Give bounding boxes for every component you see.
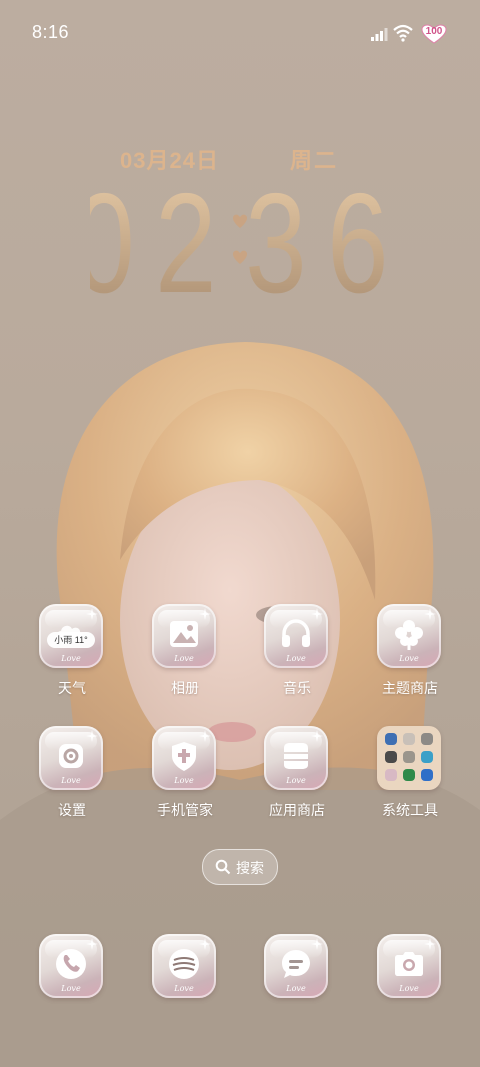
mini-app-icon [385, 751, 397, 763]
sparkle-icon [311, 938, 323, 950]
search-icon [215, 859, 231, 875]
mini-app-icon [421, 769, 433, 781]
mini-app-icon [403, 751, 415, 763]
weather-badge: 小雨 11° [47, 632, 95, 648]
sparkle-icon [424, 938, 436, 950]
sparkle-icon [311, 730, 323, 742]
home-screen: 8:16 100 03月24日 周二 02 [0, 0, 480, 1067]
theme-store-icon: Love [377, 604, 441, 668]
icon-caption: Love [399, 984, 419, 993]
settings-glyph [59, 744, 83, 768]
app-label: 天气 [58, 681, 86, 697]
app-phone-manager[interactable]: Love 手机管家 [145, 726, 225, 826]
icon-caption: Love [61, 776, 81, 785]
battery-level: 100 [425, 26, 443, 37]
sparkle-icon [424, 608, 436, 620]
messages-icon: Love [264, 934, 328, 998]
sparkle-icon [199, 938, 211, 950]
sparkle-icon [86, 730, 98, 742]
sparkle-icon [199, 730, 211, 742]
sparkle-icon [311, 608, 323, 620]
dock-messages[interactable]: Love [257, 934, 337, 1034]
wifi-icon [393, 24, 413, 42]
browser-icon: Love [152, 934, 216, 998]
app-label: 应用商店 [269, 803, 325, 819]
store-glyph [284, 743, 308, 769]
signal-icon [371, 28, 388, 41]
app-theme-store[interactable]: Love 主题商店 [370, 604, 450, 704]
app-label: 主题商店 [382, 681, 438, 697]
search-label: 搜索 [236, 861, 264, 877]
mini-app-icon [421, 751, 433, 763]
date-text: 03月24日 [120, 148, 219, 173]
folder-icon [377, 726, 441, 790]
mini-app-icon [385, 733, 397, 745]
shield-icon: Love [152, 726, 216, 790]
app-label: 相册 [171, 681, 199, 697]
app-app-store[interactable]: Love 应用商店 [257, 726, 337, 826]
phone-icon: Love [39, 934, 103, 998]
phone-glyph [56, 949, 86, 979]
headphones-glyph [282, 619, 310, 647]
sparkle-icon [86, 938, 98, 950]
globe-icon [169, 949, 199, 979]
sparkle-icon [199, 608, 211, 620]
app-store-icon: Love [264, 726, 328, 790]
shield-glyph [172, 742, 196, 771]
app-label: 系统工具 [382, 803, 438, 819]
weather-icon: 小雨 11° Love [39, 604, 103, 668]
app-gallery[interactable]: Love 相册 [145, 604, 225, 704]
picture-icon [170, 621, 198, 647]
app-music[interactable]: Love 音乐 [257, 604, 337, 704]
gear-icon: Love [39, 726, 103, 790]
icon-caption: Love [174, 654, 194, 663]
mini-app-icon [403, 733, 415, 745]
headphones-icon: Love [264, 604, 328, 668]
camera-icon: Love [377, 934, 441, 998]
status-bar: 8:16 100 [0, 0, 480, 66]
chat-bubble-icon [282, 950, 310, 978]
icon-caption: Love [61, 984, 81, 993]
weekday-text: 周二 [290, 148, 339, 173]
status-time: 8:16 [32, 22, 70, 42]
app-folder-system-tools[interactable]: 系统工具 [370, 726, 450, 826]
camera-glyph [395, 952, 423, 976]
flower-icon [395, 620, 423, 650]
icon-caption: Love [174, 776, 194, 785]
clock-minutes: 36 [245, 180, 390, 300]
icon-caption: Love [286, 984, 306, 993]
dock-browser[interactable]: Love [145, 934, 225, 1034]
icon-caption: Love [286, 776, 306, 785]
mini-app-icon [421, 733, 433, 745]
search-button[interactable]: 搜索 [202, 849, 278, 885]
icon-caption: Love [174, 984, 194, 993]
app-label: 手机管家 [157, 803, 213, 819]
app-settings[interactable]: Love 设置 [32, 726, 112, 826]
mini-app-icon [385, 769, 397, 781]
icon-caption: Love [61, 654, 81, 663]
app-label: 音乐 [283, 681, 311, 697]
clock-widget-time[interactable]: 02 36 [90, 180, 390, 300]
app-label: 设置 [58, 803, 86, 819]
clock-widget-date[interactable]: 03月24日 周二 [0, 143, 480, 173]
sparkle-icon [86, 608, 98, 620]
dock-camera[interactable]: Love [370, 934, 450, 1034]
app-weather[interactable]: 小雨 11° Love 天气 [32, 604, 112, 704]
gallery-icon: Love [152, 604, 216, 668]
icon-caption: Love [286, 654, 306, 663]
mini-app-icon [403, 769, 415, 781]
dock-phone[interactable]: Love [32, 934, 112, 1034]
clock-hours: 02 [90, 180, 237, 300]
icon-caption: Love [399, 654, 419, 663]
